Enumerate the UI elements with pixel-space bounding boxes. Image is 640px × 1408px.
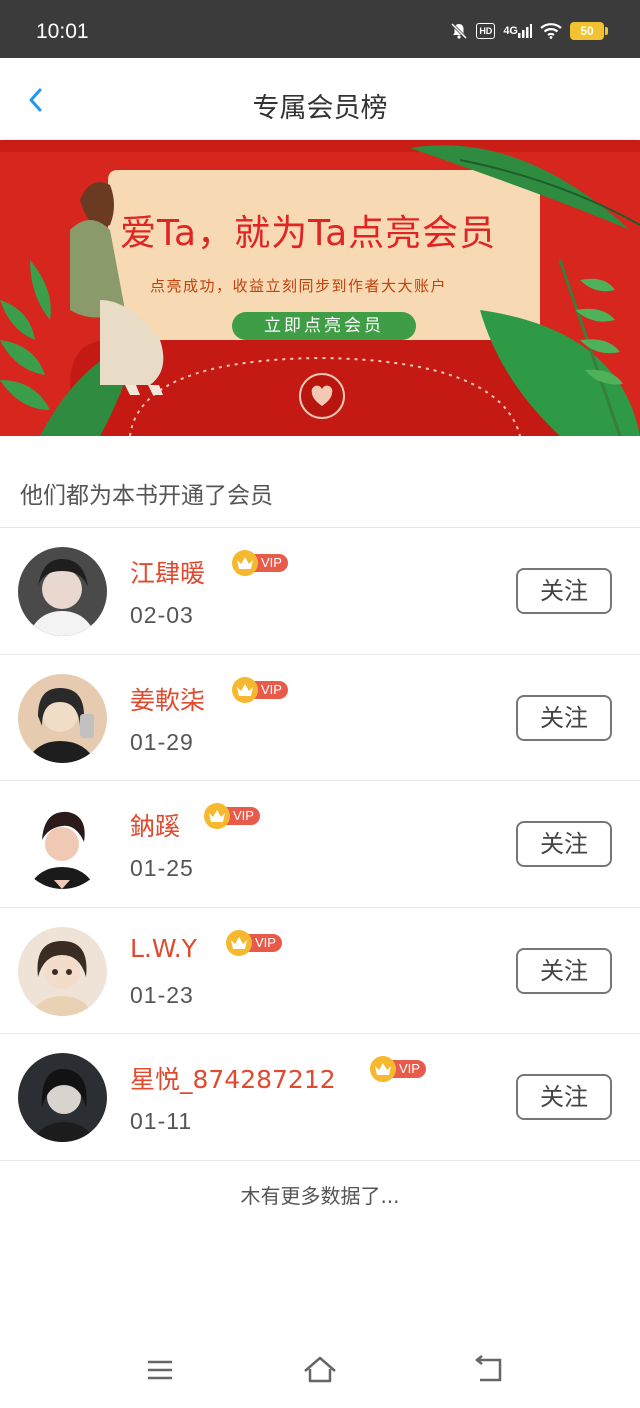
system-nav-bar [0, 1340, 640, 1408]
signal-icon: 4G [503, 24, 532, 38]
avatar[interactable] [18, 1053, 107, 1142]
banner-headline: 爱Ta，就为Ta点亮会员 [120, 213, 497, 254]
mute-bell-icon [450, 22, 468, 40]
member-date: 02-03 [130, 602, 194, 628]
member-date: 01-25 [130, 855, 194, 881]
light-up-vip-button[interactable]: 立即点亮会员 [232, 312, 416, 340]
avatar[interactable] [18, 800, 107, 889]
avatar[interactable] [18, 547, 107, 636]
crown-icon [370, 1056, 396, 1082]
vip-badge: VIP [370, 1056, 426, 1082]
list-item: L.W.Y VIP 01-23 关注 [0, 908, 640, 1034]
crown-icon [232, 676, 258, 703]
vip-badge: VIP [232, 676, 288, 703]
follow-button[interactable]: 关注 [516, 568, 612, 614]
page-title: 专属会员榜 [252, 93, 388, 124]
crown-icon [204, 803, 230, 829]
crown-icon [232, 550, 258, 576]
back-icon [474, 1355, 502, 1382]
banner-subtitle: 点亮成功，收益立刻同步到作者大大账户 [150, 277, 448, 295]
member-name[interactable]: 江肆暖 [130, 554, 205, 590]
follow-button[interactable]: 关注 [516, 821, 612, 867]
nav-menu-button[interactable] [140, 1350, 180, 1390]
list-item: 鈉蹊 VIP 01-25 关注 [0, 781, 640, 908]
follow-button[interactable]: 关注 [516, 1074, 612, 1120]
member-name[interactable]: 姜軟柒 [130, 681, 205, 717]
nav-home-button[interactable] [300, 1350, 340, 1390]
list-item: 姜軟柒 VIP 01-29 关注 [0, 655, 640, 781]
status-bar: 10:01 HD 4G 50 [0, 0, 640, 58]
member-list: 江肆暖 VIP 02-03 关注 姜軟柒 VIP 01-29 关注 鈉蹊 VIP… [0, 528, 640, 1161]
network-label: 4G [503, 25, 518, 37]
home-icon [304, 1356, 336, 1383]
member-date: 01-11 [130, 1108, 193, 1134]
member-name[interactable]: 星悦_874287212 [130, 1060, 336, 1096]
avatar[interactable] [18, 926, 107, 1016]
follow-button[interactable]: 关注 [516, 947, 612, 994]
hd-icon: HD [476, 23, 496, 39]
vip-badge: VIP [204, 803, 260, 829]
wifi-icon [540, 23, 562, 39]
vip-badge: VIP [232, 550, 288, 576]
header-bar: 专属会员榜 [0, 58, 640, 140]
member-date: 01-29 [130, 728, 194, 755]
nav-back-button[interactable] [470, 1350, 510, 1390]
member-name[interactable]: L.W.Y [130, 934, 197, 963]
vip-badge: VIP [226, 929, 282, 956]
status-time: 10:01 [36, 20, 89, 43]
crown-icon [226, 929, 252, 956]
menu-icon [148, 1360, 172, 1380]
section-title: 他们都为本书开通了会员 [20, 483, 273, 509]
follow-button[interactable]: 关注 [516, 694, 612, 741]
list-item: 星悦_874287212 VIP 01-11 关注 [0, 1034, 640, 1161]
avatar[interactable] [18, 673, 107, 763]
status-icons: HD 4G 50 [450, 22, 608, 40]
battery-level: 50 [580, 24, 594, 38]
member-date: 01-23 [130, 981, 194, 1008]
promo-banner[interactable]: 爱Ta，就为Ta点亮会员 点亮成功，收益立刻同步到作者大大账户 立即点亮会员 [0, 140, 640, 436]
list-item: 江肆暖 VIP 02-03 关注 [0, 528, 640, 655]
battery-icon: 50 [570, 22, 608, 40]
no-more-data-text: 木有更多数据了... [240, 1184, 400, 1208]
member-name[interactable]: 鈉蹊 [130, 807, 180, 843]
